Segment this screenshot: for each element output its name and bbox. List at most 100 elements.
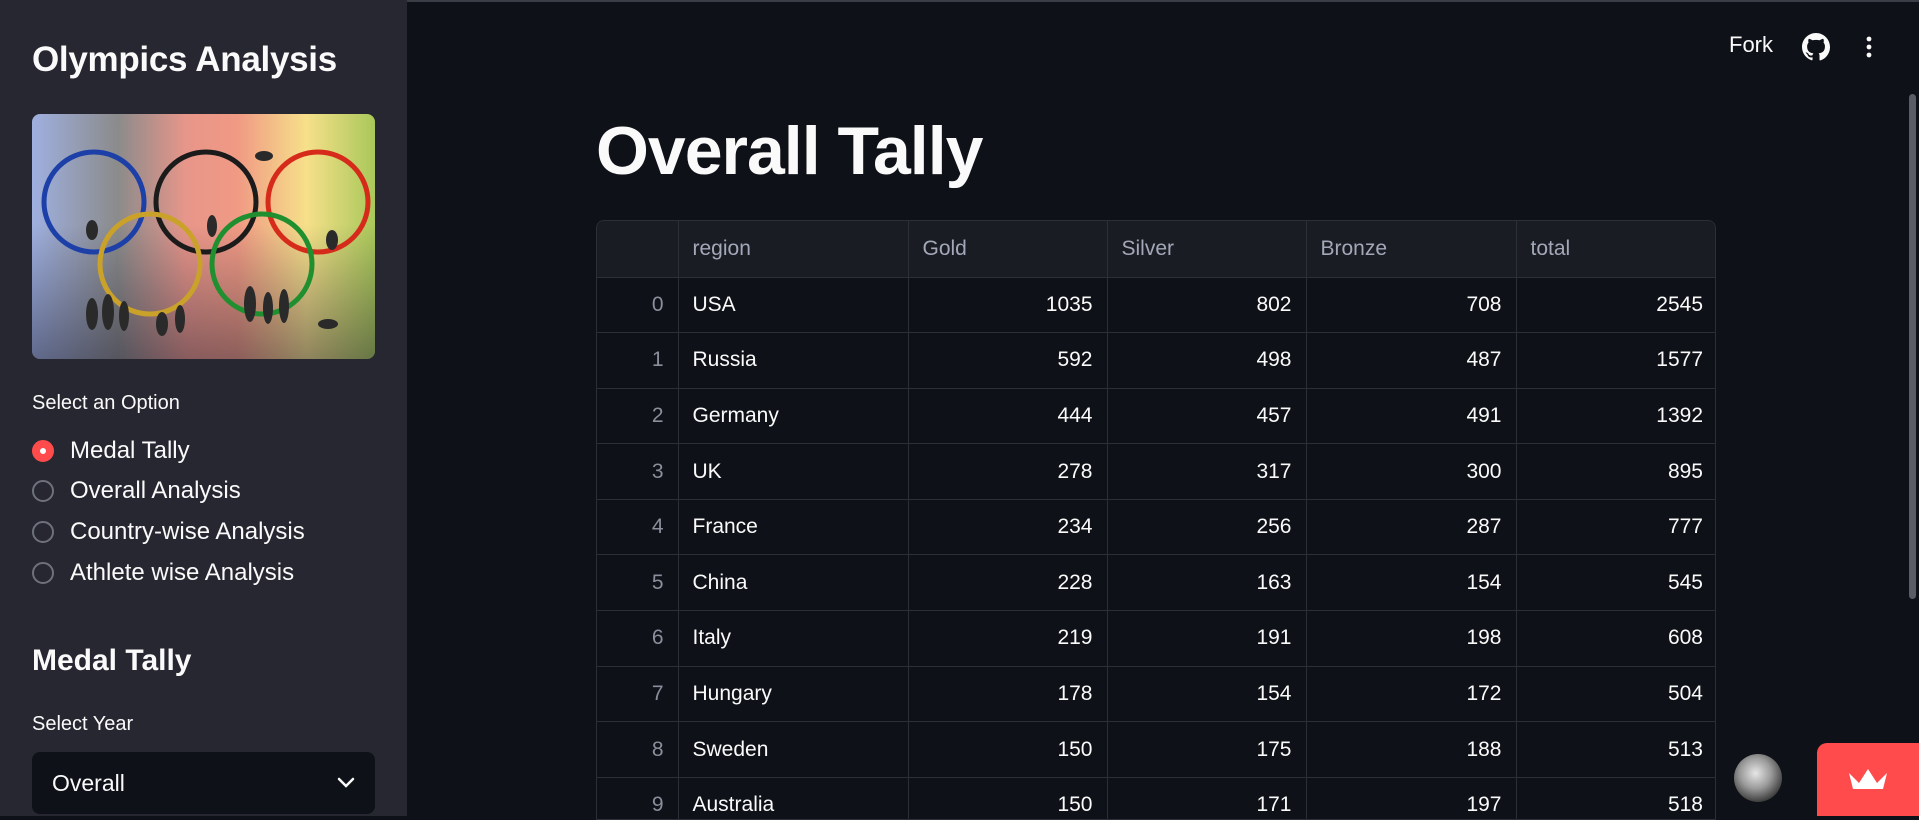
- cell-region[interactable]: Sweden: [678, 721, 909, 778]
- year-select[interactable]: Overall: [32, 752, 375, 814]
- cell-gold[interactable]: 150: [908, 777, 1108, 819]
- radio-country-wise-analysis[interactable]: Country-wise Analysis: [32, 517, 305, 547]
- table-row[interactable]: 2 Germany 444 457 491 1392: [597, 388, 1715, 445]
- cell-gold[interactable]: 228: [908, 554, 1108, 612]
- cell-silver[interactable]: 171: [1107, 777, 1307, 819]
- column-header-region[interactable]: region: [678, 221, 909, 278]
- cell-index[interactable]: 0: [597, 277, 679, 334]
- radio-label: Athlete wise Analysis: [70, 559, 295, 586]
- radio-button[interactable]: [32, 480, 54, 502]
- cell-region[interactable]: Italy: [678, 610, 909, 667]
- cell-index[interactable]: 4: [597, 499, 679, 556]
- table-row[interactable]: 0 USA 1035 802 708 2545: [597, 277, 1715, 334]
- cell-silver[interactable]: 317: [1107, 443, 1307, 500]
- cell-gold[interactable]: 444: [908, 388, 1108, 445]
- cell-silver[interactable]: 457: [1107, 388, 1307, 445]
- cell-index[interactable]: 5: [597, 554, 679, 612]
- table-row[interactable]: 9 Australia 150 171 197 518: [597, 777, 1715, 819]
- cell-silver[interactable]: 802: [1107, 277, 1307, 334]
- cell-index[interactable]: 2: [597, 388, 679, 445]
- cell-gold[interactable]: 278: [908, 443, 1108, 500]
- column-header-index[interactable]: [597, 221, 679, 278]
- cell-gold[interactable]: 178: [908, 666, 1108, 723]
- cell-gold[interactable]: 219: [908, 610, 1108, 667]
- cell-index[interactable]: 7: [597, 666, 679, 723]
- year-select-value: Overall: [52, 769, 125, 796]
- radio-overall-analysis[interactable]: Overall Analysis: [32, 476, 241, 506]
- cell-index[interactable]: 6: [597, 610, 679, 667]
- table-row[interactable]: 3 UK 278 317 300 895: [597, 443, 1715, 500]
- cell-region[interactable]: Hungary: [678, 666, 909, 723]
- cell-silver[interactable]: 498: [1107, 332, 1307, 389]
- cell-region[interactable]: Australia: [678, 777, 909, 819]
- cell-region[interactable]: UK: [678, 443, 909, 500]
- github-icon[interactable]: [1802, 33, 1831, 67]
- page-scrollbar[interactable]: [1909, 94, 1916, 599]
- cell-silver[interactable]: 154: [1107, 666, 1307, 723]
- cell-bronze[interactable]: 198: [1306, 610, 1517, 667]
- cell-bronze[interactable]: 188: [1306, 721, 1517, 778]
- fork-button[interactable]: Fork: [1729, 32, 1773, 58]
- column-header-total[interactable]: total: [1516, 221, 1715, 278]
- kebab-menu-icon[interactable]: [1862, 35, 1876, 65]
- cell-total[interactable]: 545: [1516, 554, 1715, 612]
- cell-index[interactable]: 3: [597, 443, 679, 500]
- cell-total[interactable]: 2545: [1516, 277, 1715, 334]
- year-label: Select Year: [32, 713, 134, 735]
- cell-total[interactable]: 608: [1516, 610, 1715, 667]
- table-row[interactable]: 8 Sweden 150 175 188 513: [597, 721, 1715, 778]
- sidebar-title: Olympics Analysis: [32, 40, 337, 79]
- cell-bronze[interactable]: 172: [1306, 666, 1517, 723]
- cell-gold[interactable]: 1035: [908, 277, 1108, 334]
- crown-icon: [1849, 769, 1887, 789]
- cell-gold[interactable]: 592: [908, 332, 1108, 389]
- cell-region[interactable]: USA: [678, 277, 909, 334]
- column-header-gold[interactable]: Gold: [908, 221, 1108, 278]
- cell-total[interactable]: 1577: [1516, 332, 1715, 389]
- radio-button[interactable]: [32, 521, 54, 543]
- cell-region[interactable]: China: [678, 554, 909, 612]
- cell-bronze[interactable]: 287: [1306, 499, 1517, 556]
- cell-total[interactable]: 518: [1516, 777, 1715, 819]
- column-header-silver[interactable]: Silver: [1107, 221, 1307, 278]
- table-row[interactable]: 1 Russia 592 498 487 1577: [597, 332, 1715, 389]
- cell-bronze[interactable]: 300: [1306, 443, 1517, 500]
- streamlit-badge[interactable]: [1817, 743, 1919, 816]
- column-header-bronze[interactable]: Bronze: [1306, 221, 1517, 278]
- cell-index[interactable]: 8: [597, 721, 679, 778]
- cell-total[interactable]: 1392: [1516, 388, 1715, 445]
- sidebar: Olympics Analysis Select an Option Medal…: [0, 0, 407, 816]
- cell-total[interactable]: 504: [1516, 666, 1715, 723]
- cell-total[interactable]: 895: [1516, 443, 1715, 500]
- medal-tally-table[interactable]: region Gold Silver Bronze total 0 USA 1035…: [596, 220, 1716, 820]
- user-avatar[interactable]: [1734, 754, 1782, 802]
- cell-gold[interactable]: 234: [908, 499, 1108, 556]
- option-label: Select an Option: [32, 392, 180, 414]
- cell-silver[interactable]: 191: [1107, 610, 1307, 667]
- cell-bronze[interactable]: 708: [1306, 277, 1517, 334]
- cell-total[interactable]: 513: [1516, 721, 1715, 778]
- cell-total[interactable]: 777: [1516, 499, 1715, 556]
- table-row[interactable]: 7 Hungary 178 154 172 504: [597, 666, 1715, 723]
- cell-bronze[interactable]: 197: [1306, 777, 1517, 819]
- cell-silver[interactable]: 256: [1107, 499, 1307, 556]
- cell-bronze[interactable]: 491: [1306, 388, 1517, 445]
- cell-region[interactable]: Russia: [678, 332, 909, 389]
- radio-button[interactable]: [32, 562, 54, 584]
- table-row[interactable]: 5 China 228 163 154 545: [597, 554, 1715, 612]
- cell-gold[interactable]: 150: [908, 721, 1108, 778]
- cell-index[interactable]: 1: [597, 332, 679, 389]
- table-row[interactable]: 6 Italy 219 191 198 608: [597, 610, 1715, 667]
- cell-region[interactable]: France: [678, 499, 909, 556]
- cell-index[interactable]: 9: [597, 777, 679, 819]
- cell-silver[interactable]: 163: [1107, 554, 1307, 612]
- cell-silver[interactable]: 175: [1107, 721, 1307, 778]
- cell-bronze[interactable]: 154: [1306, 554, 1517, 612]
- radio-button-selected[interactable]: [32, 440, 54, 462]
- radio-athlete-wise-analysis[interactable]: Athlete wise Analysis: [32, 558, 294, 588]
- table-row[interactable]: 4 France 234 256 287 777: [597, 499, 1715, 556]
- radio-medal-tally[interactable]: Medal Tally: [32, 436, 190, 466]
- cell-region[interactable]: Germany: [678, 388, 909, 445]
- radio-label: Medal Tally: [70, 437, 190, 464]
- cell-bronze[interactable]: 487: [1306, 332, 1517, 389]
